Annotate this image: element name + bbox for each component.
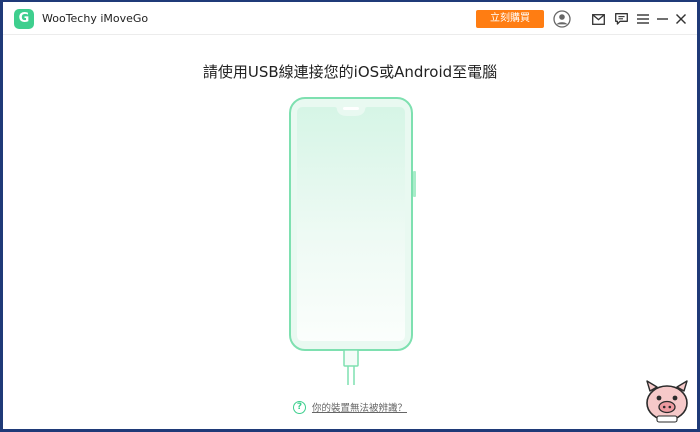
help-row: ? 你的裝置無法被辨識？ [3,400,697,414]
question-circle-icon: ? [292,400,306,414]
app-window: G WooTechy iMoveGo 立刻購買 請使用USB線連接您的iOS或A… [3,2,697,429]
connect-instruction-heading: 請使用USB線連接您的iOS或Android至電腦 [202,63,498,81]
minimize-icon[interactable] [652,9,672,29]
phone-illustration [285,95,417,395]
feedback-icon[interactable] [611,9,631,29]
title-bar: G WooTechy iMoveGo 立刻購買 [3,2,697,35]
mail-icon[interactable] [588,9,608,29]
menu-icon[interactable] [633,9,653,29]
pig-mascot-icon [641,378,693,428]
account-icon[interactable] [552,9,572,29]
app-title: WooTechy iMoveGo [42,12,149,25]
buy-now-button[interactable]: 立刻購買 [476,10,544,28]
close-icon[interactable] [671,9,691,29]
app-logo-icon: G [14,9,34,29]
device-not-recognized-link[interactable]: 你的裝置無法被辨識？ [312,400,407,414]
